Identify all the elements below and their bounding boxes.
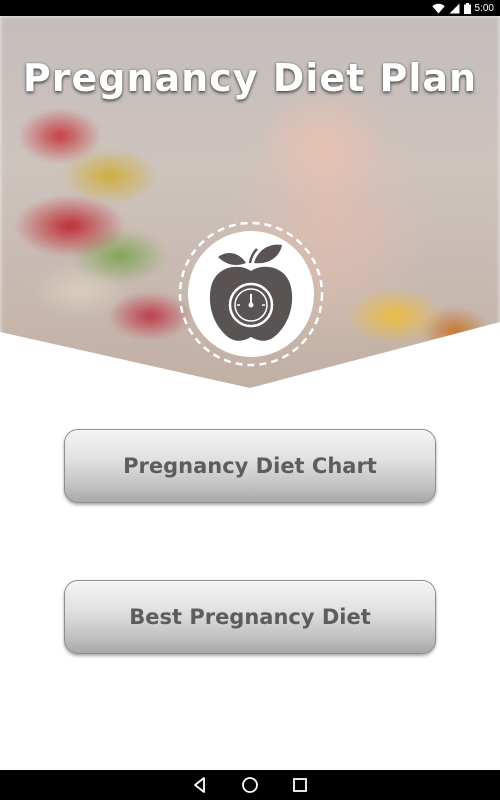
wifi-icon: [431, 3, 445, 13]
battery-icon: [463, 2, 471, 14]
best-pregnancy-diet-button[interactable]: Best Pregnancy Diet: [64, 580, 436, 654]
navigation-bar: [0, 770, 500, 800]
back-icon[interactable]: [191, 776, 209, 794]
pregnancy-diet-chart-button[interactable]: Pregnancy Diet Chart: [64, 429, 436, 503]
status-time: 5:00: [474, 2, 494, 14]
recents-icon[interactable]: [291, 776, 309, 794]
signal-icon: [449, 3, 460, 13]
status-bar: 5:00: [0, 0, 500, 16]
status-icons: 5:00: [431, 0, 494, 16]
home-icon[interactable]: [241, 776, 259, 794]
app-title: Pregnancy Diet Plan: [22, 56, 478, 100]
apple-scale-icon: [178, 221, 324, 367]
